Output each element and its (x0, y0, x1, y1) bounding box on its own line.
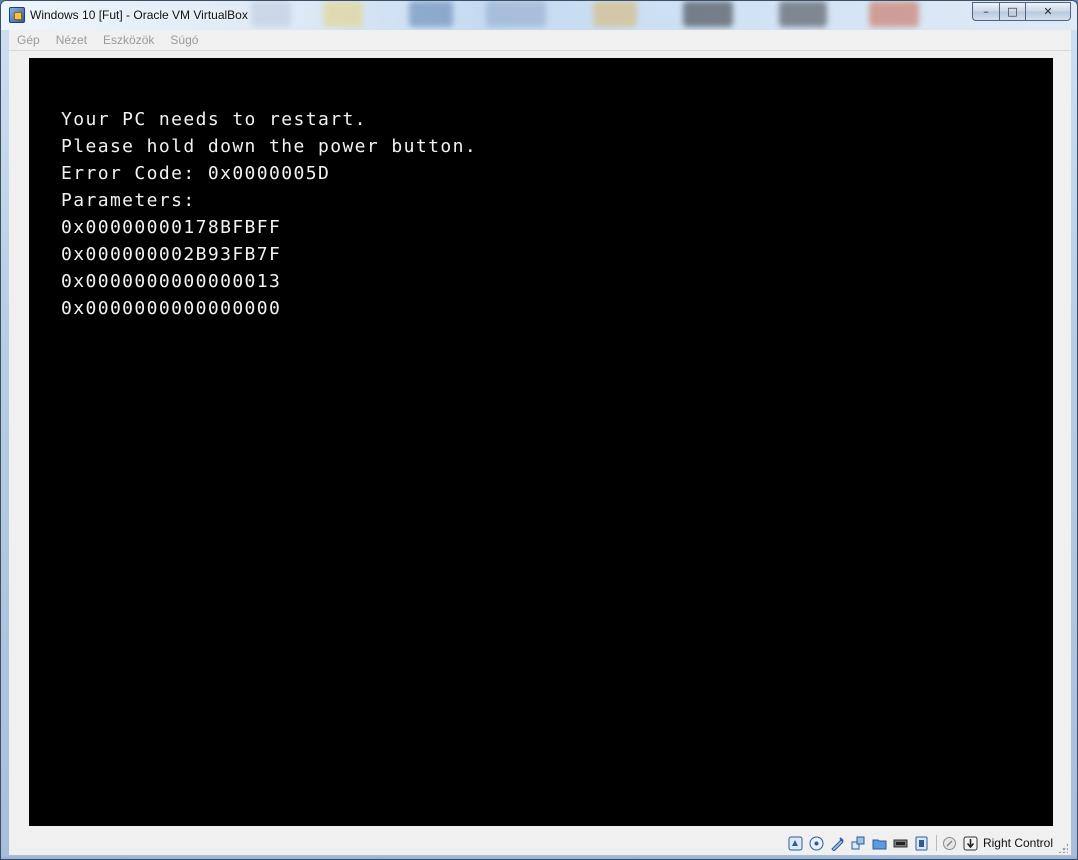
minimize-button[interactable]: – (972, 2, 999, 21)
parameter-value: 0x000000002B93FB7F (61, 244, 282, 265)
parameter-value: 0x00000000178BFBFF (61, 217, 282, 238)
network-icon[interactable] (851, 835, 867, 851)
error-message: Your PC needs to restart. Please hold dow… (61, 106, 477, 322)
maximize-icon: □ (1007, 5, 1018, 18)
window-title: Windows 10 [Fut] - Oracle VM VirtualBox (30, 8, 248, 22)
parameter-value: 0x0000000000000000 (61, 298, 282, 319)
audio-icon[interactable] (830, 835, 846, 851)
resize-grip[interactable] (1058, 843, 1068, 853)
caption-buttons: – □ ✕ (972, 2, 1071, 21)
close-button[interactable]: ✕ (1025, 2, 1071, 21)
title-bar[interactable]: Windows 10 [Fut] - Oracle VM VirtualBox … (1, 1, 1077, 30)
window-bottom-border (1, 855, 1077, 859)
error-code-line: Error Code: 0x0000005D (61, 163, 331, 184)
maximize-button[interactable]: □ (999, 2, 1025, 21)
menu-view[interactable]: Nézet (56, 33, 87, 47)
minimize-icon: – (983, 5, 989, 18)
virtualbox-app-icon[interactable] (9, 7, 25, 23)
close-icon: ✕ (1043, 5, 1053, 18)
display-icon[interactable] (893, 835, 909, 851)
status-separator (935, 835, 937, 851)
host-key-label: Right Control (982, 836, 1053, 850)
video-capture-icon[interactable] (914, 835, 930, 851)
menu-help[interactable]: Súgó (170, 33, 198, 47)
parameters-heading: Parameters: (61, 190, 196, 211)
host-key-icon[interactable] (963, 835, 979, 851)
mouse-integration-icon[interactable] (942, 835, 958, 851)
shared-folders-icon[interactable] (872, 835, 888, 851)
menu-tools[interactable]: Eszközök (103, 33, 154, 47)
hard-disk-icon[interactable] (788, 835, 804, 851)
client-area: Your PC needs to restart. Please hold dow… (9, 51, 1071, 831)
menu-bar: Gép Nézet Eszközök Súgó (9, 30, 1071, 51)
message-line: Please hold down the power button. (61, 136, 478, 157)
vm-display[interactable]: Your PC needs to restart. Please hold dow… (29, 58, 1053, 826)
virtualbox-window: Windows 10 [Fut] - Oracle VM VirtualBox … (0, 0, 1078, 860)
optical-drive-icon[interactable] (809, 835, 825, 851)
menu-machine[interactable]: Gép (17, 33, 40, 47)
parameter-value: 0x0000000000000013 (61, 271, 282, 292)
status-bar: Right Control (9, 831, 1071, 855)
message-line: Your PC needs to restart. (61, 109, 367, 130)
